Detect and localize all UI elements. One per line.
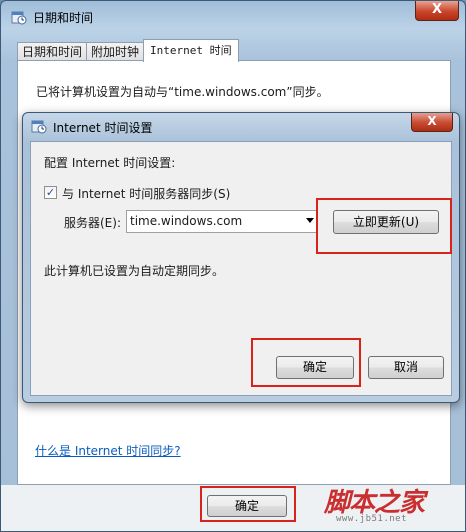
dialog-status-text: 此计算机已设置为自动定期同步。 (44, 264, 225, 278)
checkmark-icon: ✓ (45, 186, 56, 199)
server-label: 服务器(E): (64, 216, 121, 230)
dialog-body: 配置 Internet 时间设置: ✓ 与 Internet 时间服务器同步(S… (30, 141, 452, 396)
highlight-box-update-now (316, 198, 452, 254)
dropdown-arrow-icon[interactable] (306, 218, 314, 223)
sync-status-text: 已将计算机设置为自动与“time.windows.com”同步。 (36, 85, 329, 99)
highlight-box-main-ok (200, 486, 296, 522)
tab-additional-clocks[interactable]: 附加时钟 (86, 42, 145, 62)
dialog-titlebar: Internet 时间设置 (31, 118, 152, 137)
highlight-box-dialog-ok (251, 338, 361, 387)
server-combobox[interactable]: time.windows.com (126, 210, 318, 233)
dialog-title: Internet 时间设置 (53, 121, 153, 135)
clock-calendar-icon (31, 118, 47, 137)
clock-calendar-icon (11, 9, 27, 25)
window-close-button[interactable]: X (415, 1, 459, 21)
tab-date-time[interactable]: 日期和时间 (17, 42, 88, 62)
help-link[interactable]: 什么是 Internet 时间同步? (35, 442, 181, 459)
tab-strip: 日期和时间 附加时钟 Internet 时间 (17, 39, 239, 62)
dialog-close-button[interactable]: X (411, 113, 453, 132)
dialog-cancel-button[interactable]: 取消 (368, 356, 444, 379)
sync-checkbox-label[interactable]: 与 Internet 时间服务器同步(S) (62, 185, 230, 202)
server-value: time.windows.com (130, 214, 243, 228)
config-heading: 配置 Internet 时间设置: (44, 156, 176, 170)
window-title: 日期和时间 (33, 10, 94, 25)
internet-time-settings-dialog: Internet 时间设置 X 配置 Internet 时间设置: ✓ 与 In… (22, 112, 460, 403)
sync-checkbox[interactable]: ✓ (44, 186, 57, 199)
window-titlebar: 日期和时间 (11, 7, 93, 27)
tab-internet-time[interactable]: Internet 时间 (143, 39, 239, 62)
